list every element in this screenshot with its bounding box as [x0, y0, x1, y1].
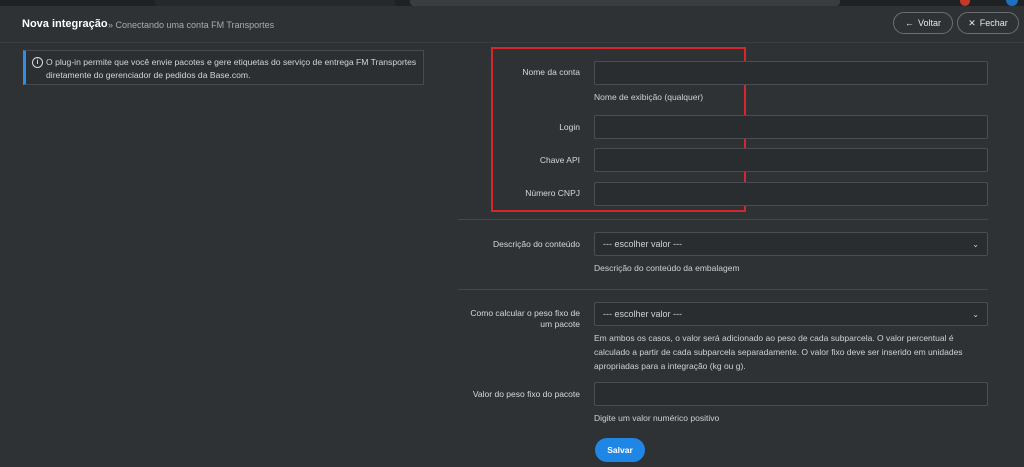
page-header: Nova integração » Conectando uma conta F… — [0, 6, 1024, 42]
content-description-value: --- escolher valor --- — [603, 239, 683, 249]
api-key-input[interactable] — [594, 148, 988, 172]
content-description-help: Descrição do conteúdo da embalagem — [594, 263, 740, 273]
back-button[interactable]: ← Voltar — [893, 12, 953, 34]
content-description-label: Descrição do conteúdo — [493, 239, 580, 249]
back-button-label: Voltar — [917, 18, 941, 28]
login-input[interactable] — [594, 115, 988, 139]
fixed-weight-value-input[interactable] — [594, 382, 988, 406]
chevron-down-icon: ⌄ — [972, 309, 979, 319]
content-description-select[interactable]: --- escolher valor --- ⌄ — [594, 232, 988, 256]
close-button-label: Fechar — [979, 18, 1008, 28]
account-name-input[interactable] — [594, 61, 988, 85]
api-key-label: Chave API — [539, 155, 580, 165]
close-icon: ✕ — [968, 17, 976, 28]
close-button[interactable]: ✕ Fechar — [957, 12, 1019, 34]
fixed-weight-calc-select[interactable]: --- escolher valor --- ⌄ — [594, 302, 988, 326]
fixed-weight-value-help: Digite um valor numérico positivo — [594, 413, 720, 423]
chevron-down-icon: ⌄ — [972, 239, 979, 249]
fixed-weight-calc-help: Em ambos os casos, o valor será adiciona… — [594, 333, 963, 371]
info-text: O plug-in permite que você envie pacotes… — [46, 57, 417, 80]
account-name-label: Nome da conta — [522, 67, 580, 77]
info-box: i O plug-in permite que você envie pacot… — [23, 50, 424, 85]
fixed-weight-calc-value: --- escolher valor --- — [603, 309, 683, 319]
fixed-weight-value-label: Valor do peso fixo do pacote — [472, 389, 580, 399]
page-subtitle: » Conectando uma conta FM Transportes — [108, 20, 275, 30]
section-divider — [458, 219, 988, 220]
save-button[interactable]: Salvar — [595, 438, 645, 462]
fixed-weight-calc-label: Como calcular o peso fixo de um pacote — [470, 308, 580, 329]
account-name-help: Nome de exibição (qualquer) — [594, 92, 704, 102]
section-divider — [458, 289, 988, 290]
cnpj-label: Número CNPJ — [525, 188, 580, 198]
page-title: Nova integração — [22, 18, 108, 30]
login-label: Login — [559, 122, 580, 132]
info-icon: i — [32, 57, 43, 68]
arrow-left-icon: ← — [904, 18, 914, 28]
header-divider — [0, 42, 1024, 43]
cnpj-input[interactable] — [594, 182, 988, 206]
